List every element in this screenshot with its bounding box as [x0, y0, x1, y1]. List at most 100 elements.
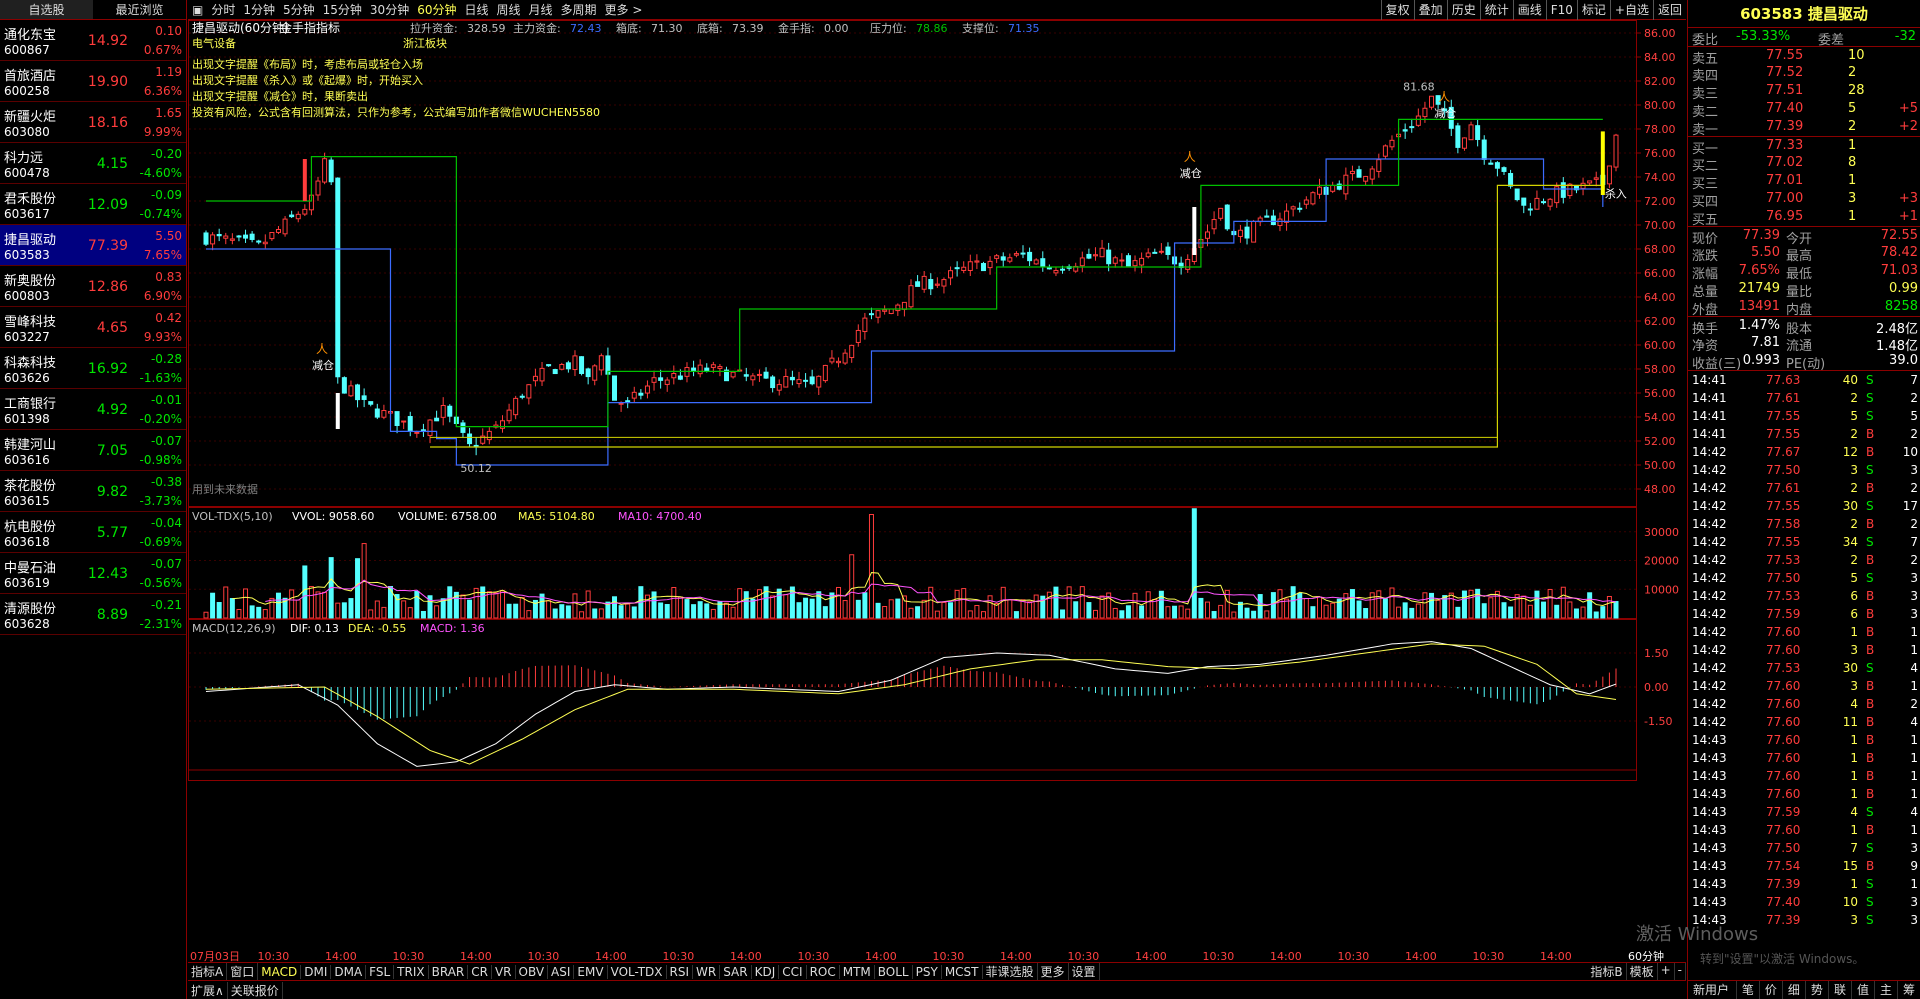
indicator-tab[interactable]: RSI [667, 964, 694, 979]
quote-bottom-tab[interactable]: 新用户福利专享 [1688, 981, 1737, 999]
toolbar-action-button[interactable]: 标记 [1576, 0, 1610, 20]
quote-bottom-tab[interactable]: 笔 [1737, 981, 1760, 999]
watchlist-item[interactable]: 通化东宝 600867 14.92 0.10 0.67% [0, 20, 186, 61]
tick-volume: 6 [1850, 589, 1858, 603]
indicator-tab[interactable]: PSY [913, 964, 942, 979]
watchlist-item[interactable]: 新奥股份 600803 12.86 0.83 6.90% [0, 266, 186, 307]
indicator-tab[interactable]: DMA [331, 964, 367, 979]
indicator-tab[interactable]: CCI [779, 964, 807, 979]
watchlist-item[interactable]: 君禾股份 603617 12.09 -0.09 -0.74% [0, 184, 186, 225]
volume-bar [776, 588, 782, 619]
indicator-tab[interactable]: EMV [574, 964, 608, 979]
period-tab[interactable]: 周线 [493, 1, 525, 18]
tick-count: 2 [1910, 481, 1918, 495]
quote-bottom-tab[interactable]: 势 [1806, 981, 1829, 999]
period-tab[interactable]: 更多 > [601, 1, 647, 18]
watchlist-item[interactable]: 工商银行 601398 4.92 -0.01 -0.20% [0, 389, 186, 430]
x-axis-label: 14:00 [1000, 950, 1032, 962]
period-tab[interactable]: 30分钟 [366, 1, 413, 18]
period-tab[interactable]: 多周期 [557, 1, 601, 18]
period-tab[interactable]: 5分钟 [279, 1, 319, 18]
indicator-tab[interactable]: WR [693, 964, 721, 979]
period-tab[interactable]: 15分钟 [319, 1, 366, 18]
tick-volume: 1 [1850, 787, 1858, 801]
tab-watchlist[interactable]: 自选股 [0, 0, 93, 19]
tick-count: 4 [1910, 715, 1918, 729]
period-tab[interactable]: 月线 [525, 1, 557, 18]
stat-value: 21749 [1738, 281, 1780, 296]
toolbar-action-button[interactable]: 历史 [1446, 0, 1480, 20]
volume-bar [1033, 594, 1039, 619]
indicator-tab[interactable]: VR [492, 964, 516, 979]
volume-bar [921, 599, 927, 619]
quote-bottom-tab[interactable]: 联 [1829, 981, 1852, 999]
volume-bar [809, 598, 815, 619]
related-quote-button[interactable]: 关联报价 [228, 981, 283, 999]
indicator-tab[interactable]: BOLL [875, 964, 913, 979]
period-tab[interactable]: 1分钟 [239, 1, 279, 18]
toolbar-action-button[interactable]: 统计 [1479, 0, 1513, 20]
indicator-tab[interactable]: 设置 [1069, 963, 1100, 980]
expand-button[interactable]: 扩展∧ [188, 981, 228, 999]
toolbar-action-button[interactable]: F10 [1545, 0, 1577, 20]
indicator-tab[interactable]: 指标A [188, 963, 228, 980]
watchlist-item[interactable]: 雪峰科技 603227 4.65 0.42 9.93% [0, 307, 186, 348]
quote-bottom-tab[interactable]: 主 [1875, 981, 1898, 999]
indicator-tab[interactable]: SAR [720, 964, 752, 979]
indicator-tab[interactable]: TRIX [394, 964, 429, 979]
indicator-tab[interactable]: ROC [807, 964, 840, 979]
formula-note: 出现文字提醒《杀入》或《起爆》时，开始买入 [192, 73, 423, 87]
indicator-tab[interactable]: MACD [258, 964, 302, 979]
watchlist-item[interactable]: 韩建河山 603616 7.05 -0.07 -0.98% [0, 430, 186, 471]
indicator-tab[interactable]: FSL [366, 964, 395, 979]
watchlist-item[interactable]: 清源股份 603628 8.89 -0.21 -2.31% [0, 594, 186, 635]
watchlist-item[interactable]: 茶花股份 603615 9.82 -0.38 -3.73% [0, 471, 186, 512]
toolbar-action-button[interactable]: 画线 [1512, 0, 1546, 20]
indicator-bar-button[interactable]: 指标B [1587, 963, 1627, 980]
indicator-tab[interactable]: KDJ [752, 964, 780, 979]
kline-chart[interactable]: 86.00 84.00 82.00 80.00 78.00 76.00 74.00 72.00… [188, 20, 1686, 962]
indicator-tab[interactable]: 菲课选股 [983, 963, 1038, 980]
watchlist-item[interactable]: 杭电股份 603618 5.77 -0.04 -0.69% [0, 512, 186, 553]
bid-price: 77.02 [1766, 155, 1804, 170]
sector-label: 浙江板块 [403, 36, 447, 50]
watchlist-item[interactable]: 科森科技 603626 16.92 -0.28 -1.63% [0, 348, 186, 389]
period-tab[interactable]: 日线 [460, 1, 492, 18]
indicator-tab[interactable]: MTM [840, 964, 875, 979]
indicator-tab[interactable]: DMI [301, 964, 332, 979]
tick-list[interactable]: 14:41 77.63 40 S 7 14:41 77.61 2 S 2 14:41 77.55 5 S 5… [1688, 370, 1920, 929]
indicator-tab[interactable]: OBV [516, 964, 549, 979]
indicator-tab[interactable]: ASI [548, 964, 575, 979]
toolbar-action-button[interactable]: 返回 [1652, 0, 1686, 20]
toolbar-action-button[interactable]: +自选 [1609, 0, 1653, 20]
tick-volume: 34 [1842, 535, 1858, 549]
indicator-bar-button[interactable]: 模板 [1627, 963, 1658, 980]
quote-bottom-tab[interactable]: 筹 [1898, 981, 1920, 999]
tab-recent[interactable]: 最近浏览 [93, 0, 186, 19]
watchlist-item[interactable]: 首旅酒店 600258 19.90 1.19 6.36% [0, 61, 186, 102]
watchlist-item[interactable]: 新疆火炬 603080 18.16 1.65 9.99% [0, 102, 186, 143]
indicator-tab[interactable]: 窗口 [227, 963, 259, 980]
indicator-bar-button[interactable]: - [1675, 963, 1686, 980]
watchlist-item[interactable]: 科力远 600478 4.15 -0.20 -4.60% [0, 143, 186, 184]
quote-bottom-tab[interactable]: 细 [1783, 981, 1806, 999]
toolbar-action-button[interactable]: 叠加 [1413, 0, 1447, 20]
indicator-tab[interactable]: VOL-TDX [608, 964, 667, 979]
watchlist-item[interactable]: 捷昌驱动 603583 77.39 5.50 7.65% [0, 225, 186, 266]
indicator-tab[interactable]: BRAR [429, 964, 469, 979]
period-tab[interactable]: 分时 [207, 1, 239, 18]
volume-bar [1119, 610, 1125, 619]
volume-legend-vvol: VVOL: 9058.60 [292, 510, 374, 523]
watchlist-item[interactable]: 中曼石油 603619 12.43 -0.07 -0.56% [0, 553, 186, 594]
toolbar-action-button[interactable]: 复权 [1380, 0, 1414, 20]
indicator-bar-button[interactable]: + [1658, 963, 1675, 980]
volume-bar [961, 588, 967, 619]
indicator-tab[interactable]: MCST [942, 964, 983, 979]
quote-bottom-tab[interactable]: 价 [1760, 981, 1783, 999]
indicator-tab[interactable]: 更多 [1038, 963, 1069, 980]
menu-toggle-icon[interactable]: ▣ [188, 3, 207, 17]
quote-bottom-tab[interactable]: 值 [1852, 981, 1875, 999]
indicator-tab[interactable]: CR [468, 964, 492, 979]
period-tab[interactable]: 60分钟 [413, 1, 460, 18]
candle-body [934, 283, 940, 286]
